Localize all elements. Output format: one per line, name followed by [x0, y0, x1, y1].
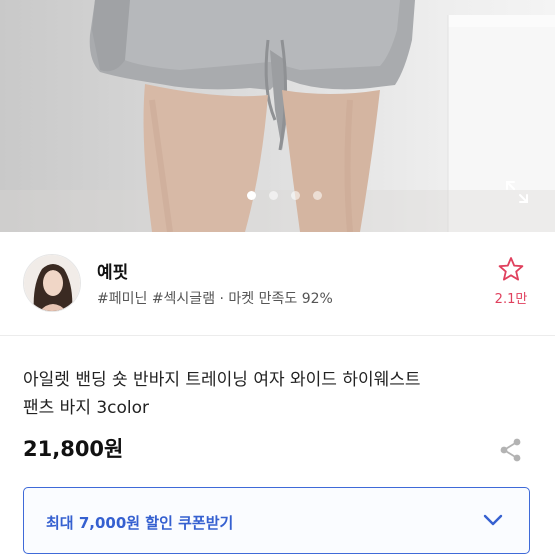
chevron-down-icon: [483, 514, 503, 526]
expand-button[interactable]: [503, 178, 531, 206]
coupon-label: 최대 7,000원 할인 쿠폰받기: [46, 514, 234, 532]
product-title-line: 팬츠 바지 3color: [23, 398, 150, 418]
expand-icon: [506, 181, 528, 203]
product-image[interactable]: [0, 0, 555, 232]
carousel-dot-active[interactable]: [247, 191, 256, 200]
share-icon: [500, 438, 521, 462]
carousel-dot[interactable]: [291, 191, 300, 200]
share-button[interactable]: [499, 437, 523, 463]
avatar[interactable]: [23, 254, 81, 312]
product-title-line: 아일렛 밴딩 숏 반바지 트레이닝 여자 와이드 하이웨스트: [23, 370, 421, 390]
carousel-indicator: [0, 191, 555, 205]
carousel-dot[interactable]: [313, 191, 322, 200]
seller-tags: #페미닌 #섹시글램 · 마켓 만족도 92%: [97, 291, 333, 307]
product-price: 21,800원: [23, 437, 124, 461]
favorite-button[interactable]: 2.1만: [490, 256, 532, 307]
carousel-dot[interactable]: [269, 191, 278, 200]
star-outline-icon: [498, 257, 524, 281]
seller-info[interactable]: 예핏 #페미닌 #섹시글램 · 마켓 만족도 92% 2.1만: [0, 232, 555, 336]
favorite-count: 2.1만: [494, 292, 528, 307]
product-title: 아일렛 밴딩 숏 반바지 트레이닝 여자 와이드 하이웨스트 팬츠 바지 3co…: [23, 366, 533, 422]
coupon-button[interactable]: 최대 7,000원 할인 쿠폰받기: [23, 487, 530, 554]
seller-name[interactable]: 예핏: [97, 258, 128, 283]
